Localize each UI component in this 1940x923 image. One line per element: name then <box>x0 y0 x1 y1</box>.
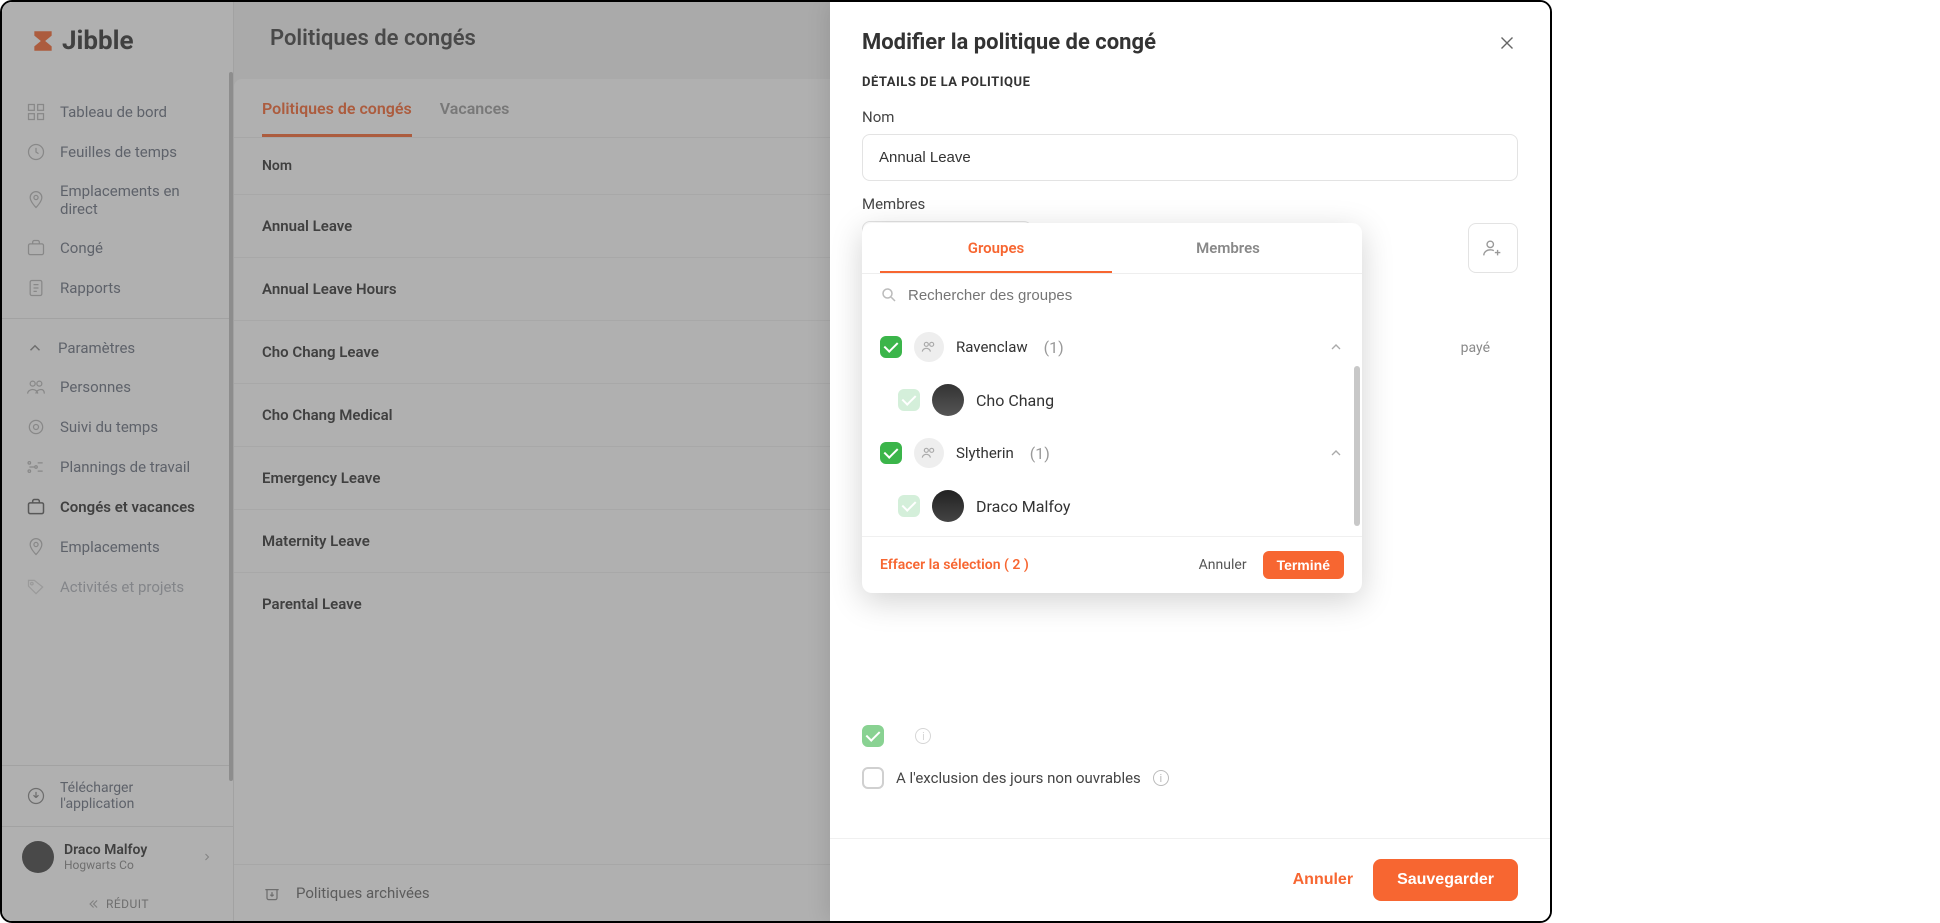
member-avatar <box>932 384 964 416</box>
popover-tabs: Groupes Membres <box>862 223 1362 274</box>
drawer-body: DÉTAILS DE LA POLITIQUE Nom Membres payé <box>830 75 1550 838</box>
members-field-label: Membres <box>862 195 1518 213</box>
popover-scrollbar[interactable] <box>1354 366 1360 526</box>
popover-done-button[interactable]: Terminé <box>1263 551 1344 579</box>
group-search-input[interactable] <box>908 287 1344 304</box>
checkbox-icon[interactable] <box>880 336 902 358</box>
group-name: Ravenclaw <box>956 338 1028 356</box>
popover-actions: Annuler Terminé <box>1199 551 1344 579</box>
section-policy-details: DÉTAILS DE LA POLITIQUE <box>862 75 1518 90</box>
exclude-nonworking-label: A l'exclusion des jours non ouvrables <box>896 769 1141 787</box>
tab-groups[interactable]: Groupes <box>880 223 1112 273</box>
member-row-draco-malfoy[interactable]: Draco Malfoy <box>862 480 1362 532</box>
clear-selection-link[interactable]: Effacer la sélection ( 2 ) <box>880 557 1029 573</box>
group-name: Slytherin <box>956 444 1014 462</box>
group-icon <box>914 438 944 468</box>
search-icon <box>880 286 898 304</box>
popover-footer: Effacer la sélection ( 2 ) Annuler Termi… <box>862 536 1362 593</box>
modal-overlay[interactable] <box>2 2 830 921</box>
checkbox-icon[interactable] <box>862 725 884 747</box>
members-picker-popover: Groupes Membres Ravenclaw (1) <box>862 223 1362 593</box>
member-name: Draco Malfoy <box>976 497 1070 516</box>
drawer-cancel-button[interactable]: Annuler <box>1293 871 1353 889</box>
app-frame: Jibble Tableau de bord Feuilles de temps… <box>0 0 1552 923</box>
group-count: (1) <box>1030 444 1050 463</box>
add-member-button[interactable] <box>1468 223 1518 273</box>
group-list: Ravenclaw (1) Cho Chang Slytherin (1) <box>862 316 1362 536</box>
exclude-nonworking-row[interactable]: A l'exclusion des jours non ouvrables i <box>862 757 1518 799</box>
checkbox-icon[interactable] <box>898 389 920 411</box>
popover-search <box>862 274 1362 316</box>
chevron-up-icon[interactable] <box>1328 445 1344 461</box>
close-icon[interactable] <box>1496 32 1518 54</box>
popover-cancel-button[interactable]: Annuler <box>1199 557 1247 573</box>
checkbox-icon[interactable] <box>862 767 884 789</box>
info-icon[interactable]: i <box>1153 770 1169 786</box>
group-row-ravenclaw[interactable]: Ravenclaw (1) <box>862 320 1362 374</box>
policy-name-input[interactable] <box>862 134 1518 181</box>
member-avatar <box>932 490 964 522</box>
group-row-slytherin[interactable]: Slytherin (1) <box>862 426 1362 480</box>
checkbox-icon[interactable] <box>880 442 902 464</box>
member-name: Cho Chang <box>976 391 1054 410</box>
checkbox-icon[interactable] <box>898 495 920 517</box>
group-icon <box>914 332 944 362</box>
tab-members[interactable]: Membres <box>1112 223 1344 273</box>
group-count: (1) <box>1044 338 1064 357</box>
chevron-up-icon[interactable] <box>1328 339 1344 355</box>
drawer-save-button[interactable]: Sauvegarder <box>1373 859 1518 901</box>
drawer-title: Modifier la politique de congé <box>862 30 1156 55</box>
exclude-holidays-row[interactable]: x i <box>862 715 1518 757</box>
drawer-header: Modifier la politique de congé <box>830 2 1550 75</box>
info-icon[interactable]: i <box>915 728 931 744</box>
drawer-footer: Annuler Sauvegarder <box>830 838 1550 921</box>
member-row-cho-chang[interactable]: Cho Chang <box>862 374 1362 426</box>
edit-policy-drawer: Modifier la politique de congé DÉTAILS D… <box>830 2 1550 921</box>
compensation-hint: payé <box>1461 340 1490 356</box>
name-field-label: Nom <box>862 108 1518 126</box>
